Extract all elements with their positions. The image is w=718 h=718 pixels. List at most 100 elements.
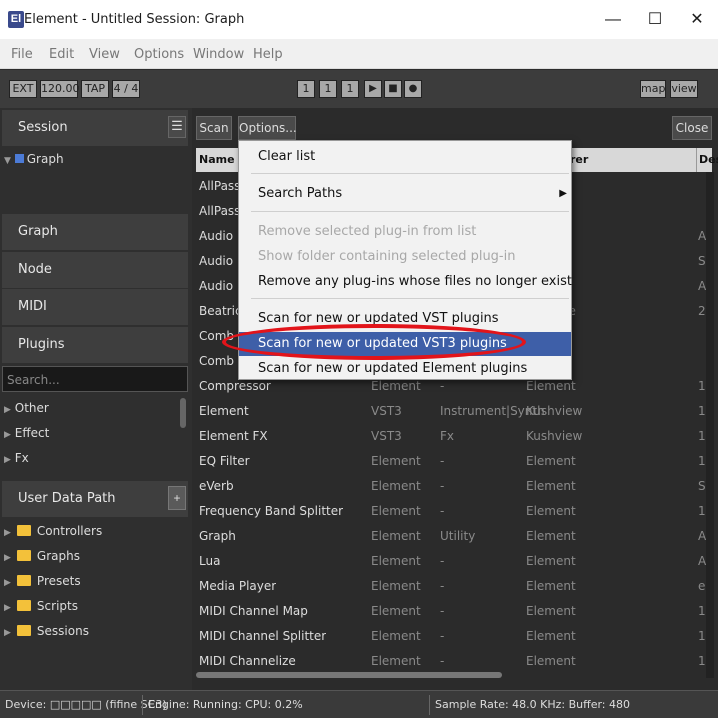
menu-remove-selected: Remove selected plug-in from list	[258, 224, 477, 239]
column-description[interactable]: Des	[696, 148, 718, 172]
graph-section-header[interactable]: Graph	[2, 214, 188, 250]
plugin-name: MIDI Channel Map	[199, 604, 308, 618]
table-row[interactable]: Graph Element Utility Element A	[196, 524, 706, 549]
table-row[interactable]: Element VST3 Instrument|Synth Kushview 1	[196, 399, 706, 424]
vertical-scrollbar[interactable]	[706, 172, 714, 678]
meter-field[interactable]: 4 / 4	[112, 80, 140, 98]
expand-arrow-icon: ▶	[4, 603, 11, 613]
folder-icon	[16, 625, 31, 636]
plugin-category: -	[440, 629, 445, 643]
plugin-description: S	[698, 479, 706, 493]
expand-arrow-icon: ▶	[4, 553, 11, 563]
stop-icon: ■	[388, 83, 398, 94]
plugin-name: Element FX	[199, 429, 268, 443]
session-tree-graph[interactable]: ▼ Graph	[4, 152, 64, 166]
table-row[interactable]: Media Player Element - Element e	[196, 574, 705, 599]
category-effect[interactable]: ▶ Effect	[4, 426, 49, 440]
record-button[interactable]: ●	[404, 80, 422, 98]
plugin-format: Element	[371, 554, 421, 568]
expand-arrow-icon: ▶	[4, 430, 11, 440]
menu-window[interactable]: Window	[193, 47, 244, 62]
folder-icon	[16, 550, 31, 561]
midi-section-header[interactable]: MIDI	[2, 289, 188, 325]
graph-tree-label: Graph	[26, 152, 64, 166]
folder-sessions[interactable]: ▶ Sessions	[4, 624, 89, 638]
plugin-format: Element	[371, 604, 421, 618]
horizontal-scrollbar[interactable]	[196, 672, 502, 678]
menu-search-paths[interactable]: Search Paths ▶	[239, 182, 571, 206]
folder-icon	[16, 600, 31, 611]
menu-clear-list[interactable]: Clear list	[239, 145, 571, 169]
menu-remove-missing[interactable]: Remove any plug-ins whose files no longe…	[239, 270, 572, 294]
menu-help[interactable]: Help	[253, 47, 283, 62]
plugin-name: AllPass	[199, 204, 241, 218]
bar-counter: 1	[297, 80, 315, 98]
minimize-button[interactable]: —	[590, 0, 636, 39]
table-row[interactable]: MIDI Channel Splitter Element - Element 1	[196, 624, 706, 649]
session-header[interactable]: Session	[2, 110, 188, 146]
status-bar: Device: □□□□□ (fifine SC3) Engine: Runni…	[0, 690, 718, 718]
plugin-description: 1	[698, 379, 706, 393]
table-row[interactable]: Lua Element - Element A	[196, 549, 706, 574]
folder-presets[interactable]: ▶ Presets	[4, 574, 81, 588]
plugin-name: Media Player	[199, 579, 277, 593]
plugin-manufacturer: Element	[526, 579, 576, 593]
table-row[interactable]: eVerb Element - Element S	[196, 474, 706, 499]
expand-arrow-icon: ▼	[4, 156, 11, 166]
folder-scripts[interactable]: ▶ Scripts	[4, 599, 78, 613]
add-path-button[interactable]: +	[168, 486, 186, 510]
table-row[interactable]: EQ Filter Element - Element 1	[196, 449, 706, 474]
table-row[interactable]: MIDI Channelize Element - Element 1	[196, 649, 706, 674]
menu-file[interactable]: File	[11, 47, 33, 62]
session-menu-button[interactable]: ☰	[168, 116, 186, 138]
plugin-manufacturer: Element	[526, 504, 576, 518]
menu-scan-element[interactable]: Scan for new or updated Element plugins	[239, 357, 571, 381]
play-button[interactable]: ▶	[364, 80, 382, 98]
plugin-manufacturer: Element	[526, 604, 576, 618]
scan-button[interactable]: Scan	[196, 116, 232, 140]
column-name[interactable]: Name	[199, 148, 235, 172]
plugin-search-input[interactable]: Search...	[2, 366, 188, 392]
tap-tempo-button[interactable]: TAP	[81, 80, 109, 98]
plugin-format: Element	[371, 654, 421, 668]
plugin-category: -	[440, 579, 445, 593]
view-button[interactable]: view	[670, 80, 698, 98]
ext-sync-button[interactable]: EXT	[9, 80, 37, 98]
folder-controllers[interactable]: ▶ Controllers	[4, 524, 102, 538]
options-button[interactable]: Options...	[238, 116, 297, 140]
stop-button[interactable]: ■	[384, 80, 402, 98]
plugin-manufacturer: Kushview	[526, 404, 583, 418]
maximize-button[interactable]: ☐	[632, 0, 678, 39]
plugin-description: 2	[698, 304, 706, 318]
menu-separator	[251, 211, 569, 212]
plugin-description: 1	[698, 629, 706, 643]
play-icon: ▶	[369, 83, 377, 94]
plugin-description: A	[698, 279, 707, 293]
plugins-section-header[interactable]: Plugins	[2, 327, 188, 363]
folder-graphs[interactable]: ▶ Graphs	[4, 549, 80, 563]
menu-options[interactable]: Options	[134, 47, 184, 62]
graph-icon	[14, 154, 24, 163]
table-row[interactable]: Element FX VST3 Fx Kushview 1	[196, 424, 706, 449]
menu-view[interactable]: View	[89, 47, 120, 62]
close-button[interactable]: Close	[672, 116, 712, 140]
column-manufacturer[interactable]: rer	[570, 148, 588, 172]
categories-scrollbar[interactable]	[180, 398, 186, 428]
map-button[interactable]: map	[640, 80, 666, 98]
close-window-button[interactable]: ✕	[674, 0, 718, 39]
transport-toolbar: EXT 120.00 TAP 4 / 4 1 1 1 ▶ ■ ● map vie…	[0, 70, 718, 108]
title-bar: El Element - Untitled Session: Graph — ☐…	[0, 0, 718, 39]
node-section-header[interactable]: Node	[2, 252, 188, 288]
plugin-category: -	[440, 654, 445, 668]
expand-arrow-icon: ▶	[4, 405, 11, 415]
plugin-manufacturer: Element	[526, 654, 576, 668]
category-fx[interactable]: ▶ Fx	[4, 451, 29, 465]
tempo-field[interactable]: 120.00	[40, 80, 80, 98]
table-row[interactable]: Frequency Band Splitter Element - Element 1	[196, 499, 706, 524]
plugin-manufacturer: Element	[526, 454, 576, 468]
status-sample-rate: Sample Rate: 48.0 KHz: Buffer: 480	[435, 698, 631, 711]
menu-edit[interactable]: Edit	[49, 47, 74, 62]
category-other[interactable]: ▶ Other	[4, 401, 49, 415]
plugin-format: VST3	[371, 404, 402, 418]
table-row[interactable]: MIDI Channel Map Element - Element 1	[196, 599, 706, 624]
